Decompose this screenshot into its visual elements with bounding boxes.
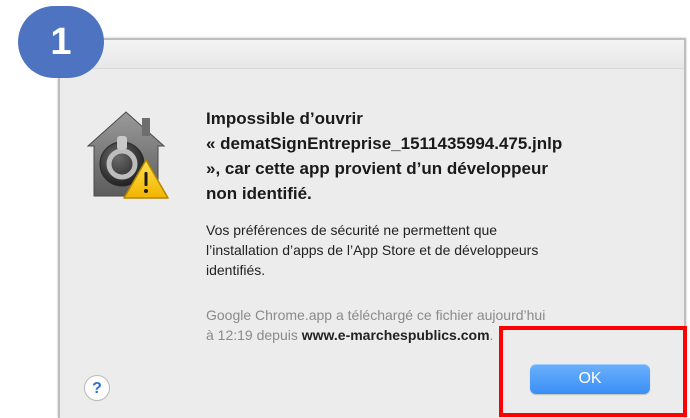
step-badge: 1 xyxy=(18,6,104,78)
title-line-3: », car cette app provient d’un développe… xyxy=(206,159,548,178)
dialog-message: Vos préférences de sécurité ne permetten… xyxy=(206,220,656,280)
info-line-2-suffix: . xyxy=(489,327,494,343)
title-line-2: « dematSignEntreprise_1511435994.475.jnl… xyxy=(206,134,563,153)
title-line-1: Impossible d’ouvrir xyxy=(206,109,363,128)
help-button[interactable]: ? xyxy=(84,375,110,401)
download-info: Google Chrome.app a téléchargé ce fichie… xyxy=(206,305,656,345)
ok-button-label: OK xyxy=(578,370,602,387)
help-icon: ? xyxy=(92,380,102,397)
dialog-title: Impossible d’ouvrir « dematSignEntrepris… xyxy=(206,106,666,206)
info-line-1: Google Chrome.app a téléchargé ce fichie… xyxy=(206,307,546,323)
screen: 1 Impossible d’ouvrir « dematSignEntrepr… xyxy=(0,0,690,418)
security-lock-warning-icon xyxy=(86,111,169,199)
message-line-3: identifiés. xyxy=(206,262,266,278)
ok-button[interactable]: OK xyxy=(530,364,650,394)
step-number: 1 xyxy=(50,21,72,63)
dialog-title-bar xyxy=(60,40,684,69)
title-line-4: non identifié. xyxy=(206,184,312,203)
source-website: www.e-marchespublics.com xyxy=(301,327,490,343)
message-line-1: Vos préférences de sécurité ne permetten… xyxy=(206,222,498,238)
message-line-2: l’installation d’apps de l’App Store et … xyxy=(206,242,539,258)
info-line-2-prefix: à 12:19 depuis xyxy=(206,327,302,343)
